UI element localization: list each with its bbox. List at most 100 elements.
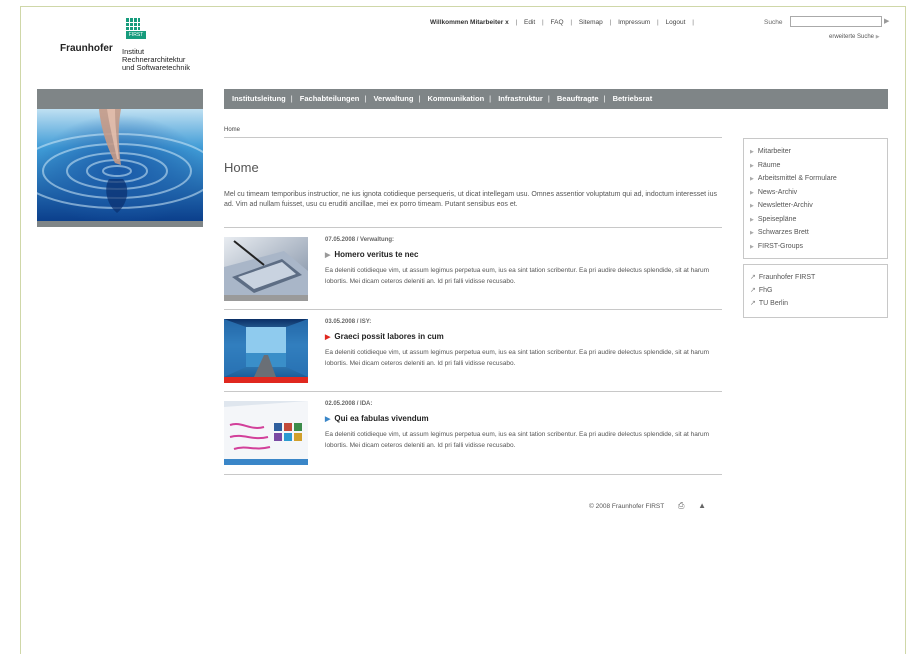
sidebar-item-label: Arbeitsmittel & Formulare (757, 175, 837, 182)
sidebar-item-newsletter-archiv[interactable]: ▶ Newsletter-Archiv (750, 199, 887, 213)
separator: | (692, 19, 694, 26)
sidebar-item-news-archiv[interactable]: ▶ News-Archiv (750, 186, 887, 200)
sidebar-item-label: Speisepläne (757, 215, 797, 223)
advanced-search-link[interactable]: erweiterte Suche ▶ (829, 34, 880, 40)
welcome-text: Willkommen Mitarbeiter x (430, 19, 509, 26)
arrow-up-icon[interactable]: ▲ (698, 501, 706, 510)
water-ripple-image (37, 109, 203, 221)
nav-verwaltung[interactable]: Verwaltung (373, 94, 413, 103)
page-title: Home (224, 160, 259, 175)
sidebar-item-first-groups[interactable]: ▶ FIRST-Groups (750, 240, 887, 254)
topnav-sitemap-link[interactable]: Sitemap (579, 19, 603, 26)
nav-beauftragte[interactable]: Beauftragte (557, 94, 599, 103)
external-link-label: TU Berlin (758, 300, 789, 307)
search-label: Suche (764, 19, 783, 26)
external-link-icon: ↗ (750, 287, 756, 294)
external-link-fraunhofer-first[interactable]: ↗ Fraunhofer FIRST (750, 271, 887, 284)
news-headline[interactable]: ▶ Graeci possit labores in cum (325, 332, 444, 341)
sidebar-item-label: Mitarbeiter (757, 148, 791, 155)
triangle-right-icon[interactable]: ▶ (884, 17, 889, 25)
news-thumbnail-ocean[interactable] (224, 319, 308, 383)
advanced-search-label: erweiterte Suche (829, 34, 875, 40)
separator: | (603, 94, 606, 103)
news-body: Ea deleniti cotidieque vim, ut assum leg… (325, 349, 710, 367)
separator: | (609, 19, 612, 26)
nav-kommunikation[interactable]: Kommunikation (428, 94, 485, 103)
logo-badge: FIRST (126, 31, 146, 39)
divider (224, 137, 722, 138)
search-input[interactable] (790, 16, 882, 27)
sidebar-item-raeume[interactable]: ▶ Räume (750, 159, 887, 173)
news-thumbnail-screen[interactable] (224, 401, 308, 465)
nav-institutsleitung[interactable]: Institutsleitung (232, 94, 286, 103)
external-link-label: Fraunhofer FIRST (758, 274, 816, 281)
fraunhofer-logo[interactable]: FIRST Fraunhofer Institut Rechnerarchite… (60, 16, 210, 80)
copyright: © 2008 Fraunhofer FIRST (589, 503, 665, 510)
news-accent-bar (224, 459, 308, 465)
news-body: Ea deleniti cotidieque vim, ut assum leg… (325, 431, 710, 449)
nav-fachabteilungen[interactable]: Fachabteilungen (300, 94, 360, 103)
separator: | (657, 19, 659, 26)
topnav-edit-link[interactable]: Edit (524, 19, 535, 26)
news-meta: 07.05.2008 / Verwaltung: (325, 237, 395, 243)
triangle-right-icon: ▶ (325, 416, 331, 423)
news-headline-text: Graeci possit labores in cum (334, 332, 444, 341)
topnav-impressum-link[interactable]: Impressum (618, 19, 650, 26)
logo-mark-icon (126, 18, 140, 30)
external-link-icon: ↗ (750, 300, 756, 307)
separator: | (547, 94, 550, 103)
triangle-right-icon: ▶ (750, 149, 754, 155)
triangle-right-icon: ▶ (325, 252, 331, 259)
sidebar-item-label: News-Archiv (757, 188, 798, 196)
footer: © 2008 Fraunhofer FIRST ⎙ ▲ (589, 501, 706, 511)
triangle-right-icon: ▶ (750, 176, 754, 182)
news-accent-bar (224, 377, 308, 383)
sidebar-item-arbeitsmittel[interactable]: ▶ Arbeitsmittel & Formulare (750, 172, 887, 186)
top-navigation: Willkommen Mitarbeiter x | Edit | FAQ | … (430, 19, 699, 26)
news-accent-bar (224, 295, 308, 301)
printer-icon[interactable]: ⎙ (678, 501, 684, 510)
sidebar-item-speiseplaene[interactable]: ▶ Speisepläne (750, 213, 887, 227)
separator: | (570, 19, 573, 26)
sidebar-external-links: ↗ Fraunhofer FIRST ↗ FhG ↗ TU Berlin (743, 264, 888, 318)
triangle-right-icon: ▶ (875, 34, 880, 40)
sidebar-item-label: Newsletter-Archiv (757, 202, 813, 209)
sidebar-item-label: FIRST-Groups (757, 242, 803, 250)
news-item: 02.05.2008 / IDA: ▶ Qui ea fabulas vivend… (224, 392, 722, 472)
nav-betriebsrat[interactable]: Betriebsrat (613, 94, 653, 103)
news-item: 03.05.2008 / ISY: ▶ Graeci possit labores… (224, 310, 722, 390)
triangle-right-icon: ▶ (750, 243, 754, 250)
logo-institute: Institut Rechnerarchitektur und Software… (122, 47, 190, 72)
main-navigation: Institutsleitung | Fachabteilungen | Verwa… (224, 89, 888, 109)
separator: | (489, 94, 492, 103)
news-headline-text: Homero veritus te nec (334, 250, 419, 259)
external-link-fhg[interactable]: ↗ FhG (750, 284, 887, 297)
triangle-right-icon: ▶ (750, 162, 754, 169)
separator: | (515, 19, 518, 26)
triangle-right-icon: ▶ (750, 203, 754, 209)
left-header-bar (37, 89, 203, 109)
external-link-icon: ↗ (750, 274, 756, 281)
triangle-right-icon: ▶ (750, 230, 754, 236)
topnav-faq-link[interactable]: FAQ (551, 19, 564, 26)
news-item: 07.05.2008 / Verwaltung: ▶ Homero veritus… (224, 228, 722, 308)
left-footer-bar (37, 221, 203, 227)
external-link-tu-berlin[interactable]: ↗ TU Berlin (750, 297, 887, 310)
nav-infrastruktur[interactable]: Infrastruktur (498, 94, 543, 103)
news-meta: 02.05.2008 / IDA: (325, 401, 373, 407)
sidebar-menu: ▶ Mitarbeiter ▶ Räume ▶ Arbeitsmittel & For… (743, 138, 888, 259)
news-headline[interactable]: ▶ Qui ea fabulas vivendum (325, 414, 429, 423)
triangle-right-icon: ▶ (325, 334, 331, 341)
news-headline[interactable]: ▶ Homero veritus te nec (325, 250, 418, 259)
topnav-logout-link[interactable]: Logout (666, 19, 686, 26)
sidebar-item-schwarzes-brett[interactable]: ▶ Schwarzes Brett (750, 226, 887, 240)
separator: | (364, 94, 367, 103)
external-link-label: FhG (758, 287, 773, 294)
sidebar-item-mitarbeiter[interactable]: ▶ Mitarbeiter (750, 145, 887, 159)
news-thumbnail-tablet[interactable] (224, 237, 308, 301)
divider (224, 474, 722, 475)
separator: | (290, 94, 293, 103)
breadcrumb[interactable]: Home (224, 127, 240, 133)
sidebar-item-label: Räume (757, 161, 781, 169)
sidebar-item-label: Schwarzes Brett (757, 229, 809, 236)
